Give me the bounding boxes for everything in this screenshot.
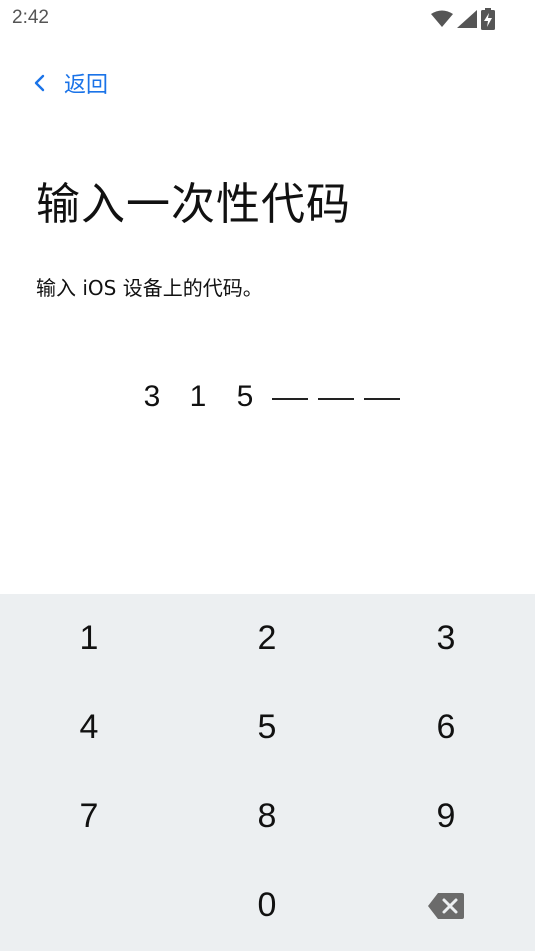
code-slot-6	[364, 398, 400, 400]
status-bar: 2:42	[0, 0, 535, 36]
backspace-icon	[428, 892, 464, 919]
key-4[interactable]: 4	[0, 683, 178, 772]
back-button[interactable]: 返回	[30, 66, 108, 100]
code-digit-3: 5	[236, 380, 254, 413]
code-slot-5	[318, 398, 354, 400]
delete-key[interactable]	[357, 861, 535, 950]
chevron-left-icon	[34, 74, 45, 92]
cell-signal-icon	[457, 10, 477, 28]
wifi-icon	[431, 10, 453, 28]
key-7[interactable]: 7	[0, 772, 178, 861]
status-icons	[431, 8, 495, 30]
code-digit-2: 1	[189, 380, 207, 413]
page-subtitle: 输入 iOS 设备上的代码。	[36, 276, 263, 300]
key-8[interactable]: 8	[178, 772, 356, 861]
key-6[interactable]: 6	[357, 683, 535, 772]
back-label: 返回	[64, 73, 109, 98]
numeric-keypad: 1 2 3 4 5 6 7 8 9 0	[0, 594, 535, 951]
screen: 2:42 返回 输入一次性代码 输入 iOS 设备上的代码。 3 1 5 1 2…	[0, 0, 535, 951]
key-0[interactable]: 0	[178, 861, 356, 950]
code-slot-4	[272, 398, 308, 400]
key-3[interactable]: 3	[357, 594, 535, 683]
key-9[interactable]: 9	[357, 772, 535, 861]
code-digit-1: 3	[143, 380, 161, 413]
code-entry: 3 1 5	[0, 380, 535, 424]
key-1[interactable]: 1	[0, 594, 178, 683]
battery-charging-icon	[481, 8, 495, 30]
page-title: 输入一次性代码	[36, 179, 351, 230]
key-5[interactable]: 5	[178, 683, 356, 772]
key-2[interactable]: 2	[178, 594, 356, 683]
status-time: 2:42	[12, 7, 49, 28]
